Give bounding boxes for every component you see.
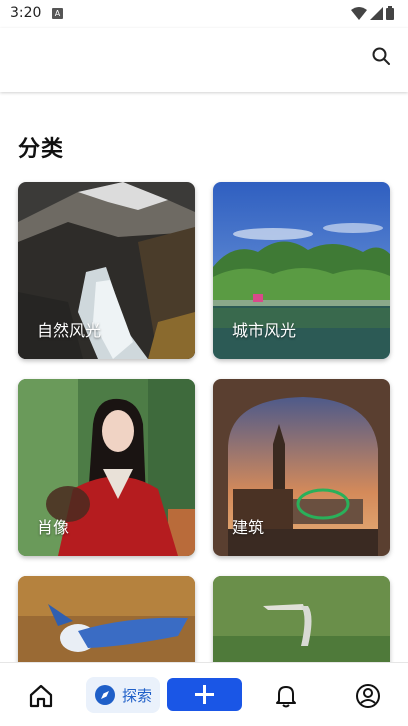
home-icon[interactable] bbox=[28, 683, 54, 709]
signal-icon bbox=[370, 6, 383, 20]
battery-icon bbox=[386, 6, 394, 20]
section-title: 分类 bbox=[18, 137, 65, 162]
category-label: 自然风光 bbox=[37, 321, 102, 340]
category-card-nature[interactable]: 自然风光 bbox=[18, 182, 195, 359]
compass-icon bbox=[95, 685, 115, 705]
category-card-city[interactable]: 城市风光 bbox=[213, 182, 390, 359]
category-card-architecture[interactable]: 建筑 bbox=[213, 379, 390, 556]
status-icons bbox=[351, 6, 394, 20]
app-header bbox=[0, 28, 408, 92]
notification-icon: A bbox=[52, 8, 63, 19]
status-time: 3:20 bbox=[10, 5, 42, 21]
nav-explore-label: 探索 bbox=[122, 687, 153, 705]
category-label: 城市风光 bbox=[232, 321, 297, 340]
add-button[interactable] bbox=[167, 678, 242, 711]
search-icon[interactable] bbox=[370, 45, 392, 67]
status-bar: 3:20 A bbox=[0, 0, 408, 28]
plus-icon bbox=[195, 685, 214, 704]
category-label: 肖像 bbox=[37, 518, 70, 537]
wifi-icon bbox=[351, 6, 367, 20]
bottom-nav: 探索 bbox=[0, 662, 408, 726]
profile-icon[interactable] bbox=[355, 683, 381, 709]
nav-explore-button[interactable]: 探索 bbox=[86, 677, 160, 713]
bell-icon[interactable] bbox=[274, 683, 298, 709]
category-card-portrait[interactable]: 肖像 bbox=[18, 379, 195, 556]
category-label: 建筑 bbox=[232, 518, 265, 537]
